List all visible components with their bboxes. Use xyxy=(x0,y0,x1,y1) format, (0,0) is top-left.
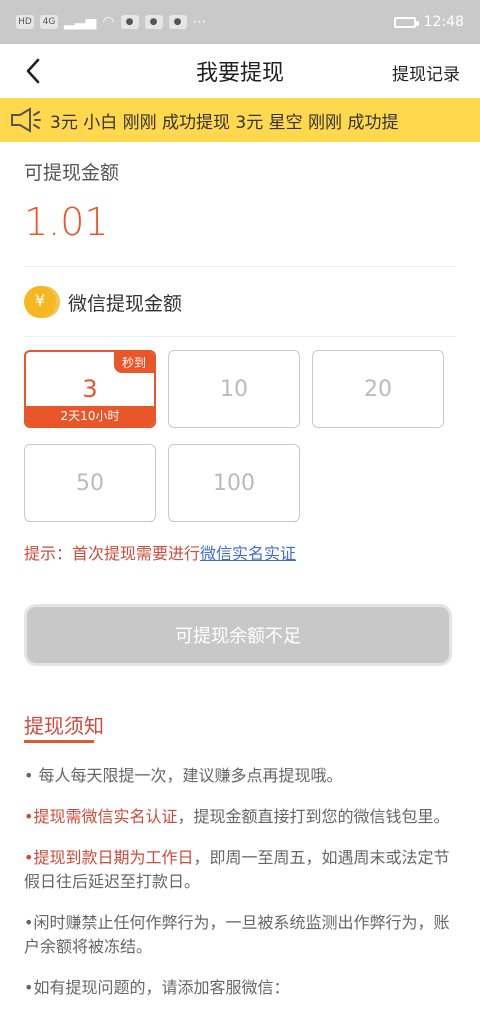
status-icons-right: 12:48 xyxy=(393,14,464,30)
option-value: 50 xyxy=(76,470,104,496)
countdown-label: 2天10小时 xyxy=(26,406,154,426)
rule-item: •闲时赚禁止任何作弊行为，一旦被系统监测出作弊行为，账户余额将被冻结。 xyxy=(24,913,450,956)
divider xyxy=(24,336,456,337)
withdraw-marquee: 3元 小白 刚刚 成功提现 3元 星空 刚刚 成功提 xyxy=(0,98,480,142)
wechat-withdraw-row: ¥ 微信提现金额 xyxy=(24,286,182,318)
rule-item: •提现到款日期为工作日，即周一至周五，如遇周末或法定节假日往后延迟至打款日。 xyxy=(24,848,450,891)
divider xyxy=(24,266,456,267)
network-indicator: 4G xyxy=(40,15,58,29)
wifi-icon: ◠ xyxy=(102,14,115,30)
wechat-verify-link[interactable]: 微信实名实证 xyxy=(200,544,296,563)
amount-option-3[interactable]: 秒到 3 2天10小时 xyxy=(24,350,156,428)
amount-option-10[interactable]: 10 xyxy=(168,350,300,428)
withdraw-button[interactable]: 可提现余额不足 xyxy=(24,604,452,666)
page-title: 我要提现 xyxy=(195,61,284,86)
status-bar: HD 4G ▂▃▅ ◠ ● ● ● ⋯ 12:48 xyxy=(0,0,480,44)
battery-icon xyxy=(393,16,419,28)
notice-title: 提现须知 xyxy=(24,714,104,738)
rule-item: •如有提现问题的，请添加客服微信： xyxy=(24,978,290,997)
option-value: 10 xyxy=(220,376,248,402)
option-value: 3 xyxy=(82,375,98,403)
app-icon: ● xyxy=(144,15,163,29)
status-icons-left: HD 4G ▂▃▅ ◠ ● ● ● ⋯ xyxy=(16,14,207,30)
yuan-coin-icon: ¥ xyxy=(24,286,56,318)
app-icon: ● xyxy=(120,15,139,29)
option-value: 100 xyxy=(213,470,255,496)
more-notifications-icon: ⋯ xyxy=(192,14,207,30)
notice-underline xyxy=(24,740,94,743)
hd-indicator: HD xyxy=(16,15,34,29)
verification-tip: 提示：首次提现需要进行微信实名实证 xyxy=(24,540,296,564)
wechat-withdraw-label: 微信提现金额 xyxy=(68,292,183,315)
marquee-text: 3元 小白 刚刚 成功提现 3元 星空 刚刚 成功提 xyxy=(50,112,399,133)
back-arrow-icon[interactable] xyxy=(20,56,48,86)
amount-option-100[interactable]: 100 xyxy=(168,444,300,522)
withdrawable-amount-label: 可提现金额 xyxy=(24,162,120,184)
withdrawable-amount: 1.01 xyxy=(24,200,109,244)
rule-item: •提现需微信实名认证，提现金额直接打到您的微信钱包里。 xyxy=(24,807,450,826)
notice-rules: • 每人每天限提一次，建议赚多点再提现哦。 •提现需微信实名认证，提现金额直接打… xyxy=(24,764,454,1017)
option-value: 20 xyxy=(364,376,392,402)
amount-option-50[interactable]: 50 xyxy=(24,444,156,522)
rule-item: • 每人每天限提一次，建议赚多点再提现哦。 xyxy=(24,766,343,785)
speaker-icon xyxy=(0,98,50,142)
instant-badge: 秒到 xyxy=(113,352,154,373)
amount-option-20[interactable]: 20 xyxy=(312,350,444,428)
app-icon: ● xyxy=(168,15,187,29)
withdraw-record-link[interactable]: 提现记录 xyxy=(392,60,460,85)
signal-icon: ▂▃▅ xyxy=(64,14,97,30)
tip-text: 提示：首次提现需要进行 xyxy=(24,544,201,563)
clock: 12:48 xyxy=(423,14,464,30)
title-bar: 我要提现 提现记录 xyxy=(0,44,480,98)
